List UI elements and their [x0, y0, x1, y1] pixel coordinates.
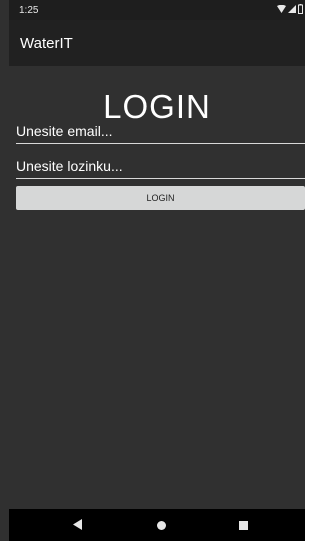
status-time: 1:25: [19, 5, 39, 16]
home-icon[interactable]: [157, 521, 166, 530]
battery-icon: [298, 4, 303, 14]
back-icon[interactable]: [73, 519, 82, 530]
status-bar: 1:25: [9, 0, 305, 20]
login-form: LOGIN LOGIN: [9, 66, 305, 509]
signal-icon: [288, 5, 296, 13]
login-button[interactable]: LOGIN: [16, 186, 305, 210]
email-field[interactable]: [16, 119, 305, 144]
phone-screen: 1:25 WaterIT LOGIN LOGIN: [0, 0, 305, 541]
navigation-bar: [9, 509, 305, 541]
wifi-icon: [277, 5, 286, 13]
app-title: WaterIT: [20, 35, 73, 52]
status-icons: [277, 4, 303, 14]
recents-icon[interactable]: [239, 521, 248, 530]
app-bar: WaterIT: [9, 20, 305, 66]
password-field[interactable]: [16, 154, 305, 179]
